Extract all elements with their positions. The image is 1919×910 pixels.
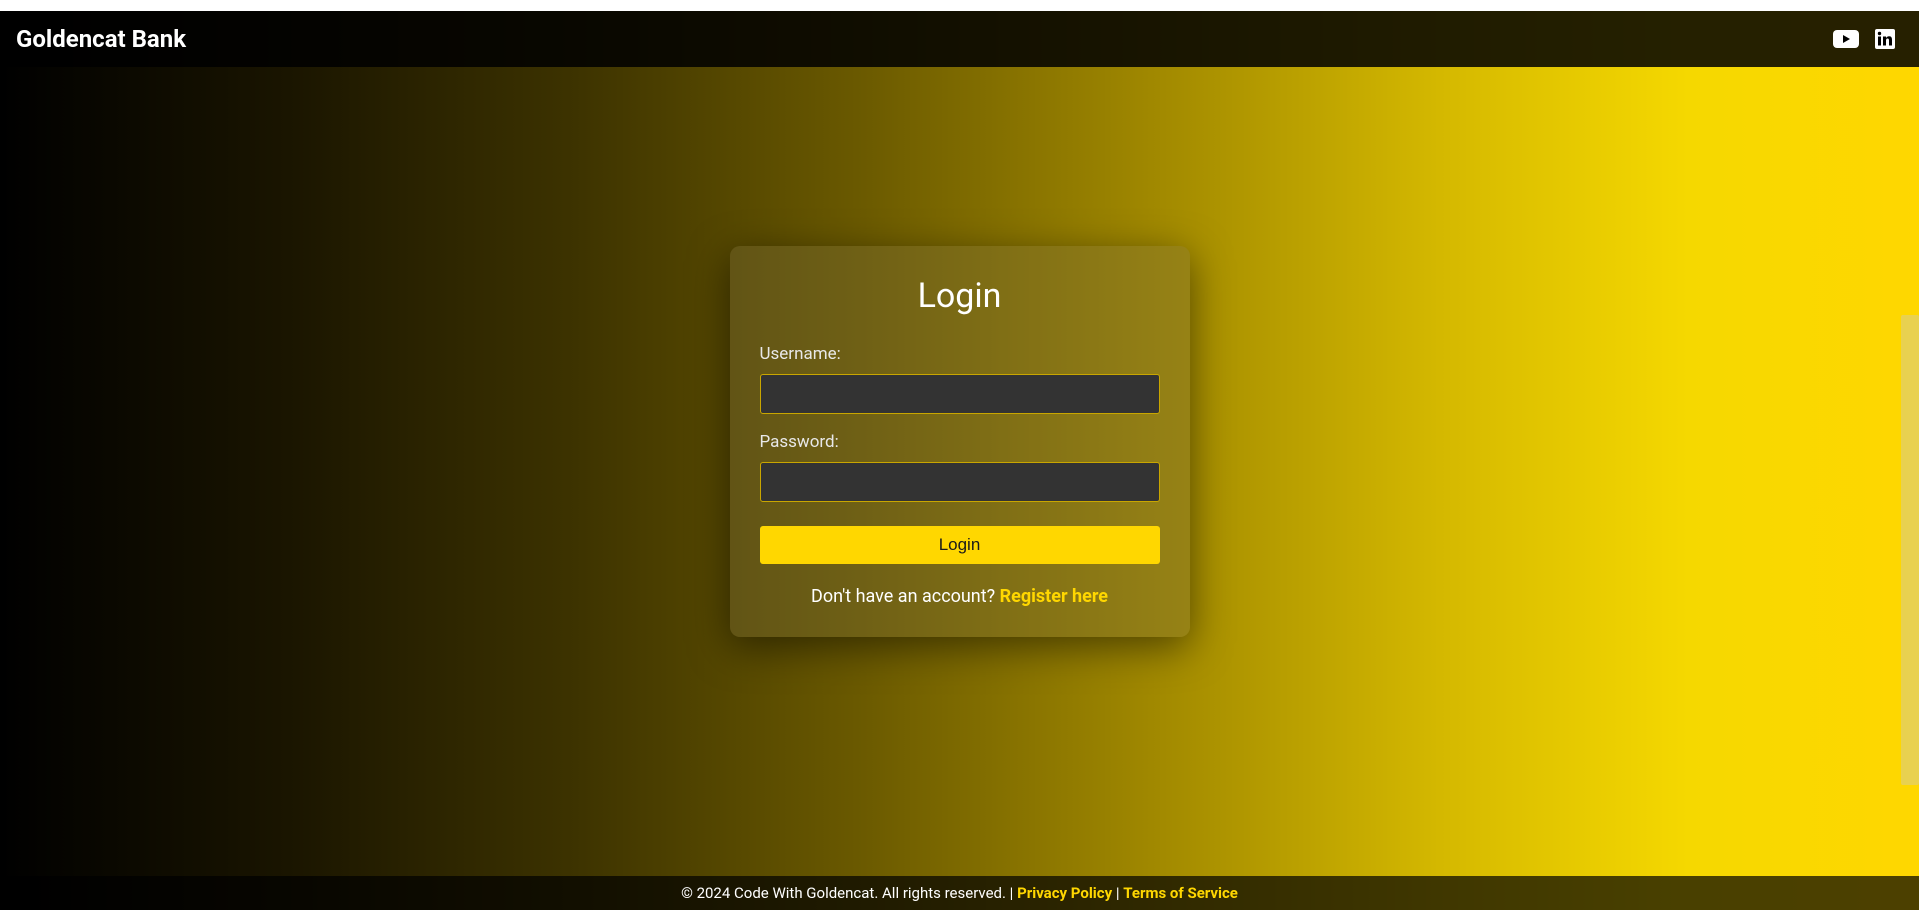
username-input[interactable] [760,374,1160,414]
top-white-strip [0,0,1919,11]
password-label: Password: [760,432,1160,452]
register-prompt: Don't have an account? Register here [760,586,1160,607]
header: Goldencat Bank [0,11,1919,67]
copyright-text: © 2024 Code With Goldencat. All rights r… [681,884,1017,902]
login-title: Login [760,276,1160,316]
youtube-icon [1833,30,1859,48]
register-link[interactable]: Register here [1000,586,1108,607]
social-icons-container [1833,29,1903,49]
username-group: Username: [760,344,1160,414]
username-label: Username: [760,344,1160,364]
main-content: Login Username: Password: Login Don't ha… [0,67,1919,876]
scrollbar[interactable] [1901,315,1919,785]
youtube-link[interactable] [1833,30,1859,48]
privacy-policy-link[interactable]: Privacy Policy [1017,884,1112,902]
footer: © 2024 Code With Goldencat. All rights r… [0,876,1919,910]
password-input[interactable] [760,462,1160,502]
footer-separator: | [1112,884,1123,902]
page-container: Goldencat Bank Login [0,11,1919,910]
prompt-text: Don't have an account? [811,586,1000,607]
linkedin-icon [1875,29,1895,49]
login-card: Login Username: Password: Login Don't ha… [730,246,1190,637]
linkedin-link[interactable] [1875,29,1895,49]
login-button[interactable]: Login [760,526,1160,564]
terms-of-service-link[interactable]: Terms of Service [1123,884,1238,902]
password-group: Password: [760,432,1160,502]
brand-title: Goldencat Bank [16,25,186,53]
